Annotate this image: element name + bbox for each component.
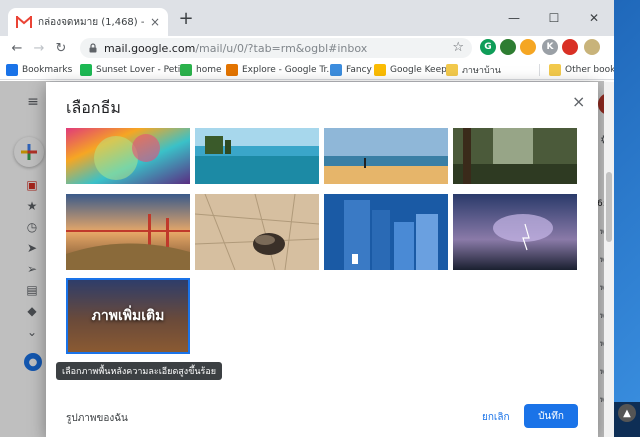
extension-icon[interactable] (562, 39, 578, 55)
theme-thumbnail[interactable] (195, 194, 319, 270)
my-photos-link[interactable]: รูปภาพของฉัน (66, 411, 128, 426)
url-host: mail.google.com (104, 41, 196, 55)
feedly-icon (180, 64, 192, 76)
more-images-tile[interactable]: ภาพเพิ่มเติม (66, 278, 190, 354)
dialog-close-icon[interactable]: × (572, 92, 585, 111)
tab-strip: กล่องจดหมาย (1,468) - appdodee@ × + — ☐ … (0, 0, 614, 36)
other-bookmarks[interactable]: Other bookmarks (549, 63, 614, 77)
bookmarks-bar: Other bookmarks Bookmarks Sunset Lover - … (0, 60, 614, 80)
bookmark-item[interactable]: Bookmarks (6, 63, 72, 77)
bookmark-label: home (196, 65, 222, 75)
theme-grid: ภาพเพิ่มเติม (46, 128, 598, 386)
back-arrow-icon[interactable]: ← (6, 37, 28, 59)
theme-thumbnail[interactable] (324, 128, 448, 184)
bookmark-label: Google Keep (390, 65, 447, 75)
bookmark-label: Sunset Lover - Petit... (96, 65, 193, 75)
theme-dialog: เลือกธีม × ภาพเพิ่มเติม รูปภาพของฉัน ยกเ… (46, 82, 598, 437)
extension-icon[interactable]: K (542, 39, 558, 55)
trends-icon (226, 64, 238, 76)
cancel-button[interactable]: ยกเลิก (476, 407, 516, 427)
bookmark-label: ภาษาบ้าน (462, 66, 501, 76)
save-button[interactable]: บันทึก (524, 404, 578, 428)
bookmark-item[interactable]: Sunset Lover - Petit... (80, 63, 192, 77)
theme-thumbnail[interactable] (66, 128, 190, 184)
keep-icon (374, 64, 386, 76)
bookmark-label: Fancy (346, 65, 372, 75)
tab-title: กล่องจดหมาย (1,468) - appdodee@ (38, 16, 144, 28)
dialog-title: เลือกธีม (66, 98, 121, 117)
browser-window: กล่องจดหมาย (1,468) - appdodee@ × + — ☐ … (0, 0, 614, 437)
new-tab-button[interactable]: + (176, 10, 196, 30)
extension-icon[interactable] (584, 39, 600, 55)
dialog-footer: รูปภาพของฉัน ยกเลิก บันทึก (46, 392, 598, 437)
gmail-icon (16, 16, 32, 28)
bookmark-item[interactable]: Explore - Google Tr... (226, 63, 335, 77)
bookmark-label: Bookmarks (22, 65, 73, 75)
star-icon (6, 64, 18, 76)
lock-icon (89, 43, 97, 53)
url-path: /mail/u/0/?tab=rm&ogbl#inbox (195, 41, 368, 55)
bookmark-star-icon[interactable]: ☆ (452, 40, 464, 55)
reload-icon[interactable]: ↻ (50, 37, 72, 59)
extension-icon[interactable] (520, 39, 536, 55)
scrollbar-thumb[interactable] (606, 172, 612, 242)
tooltip: เลือกภาพพื้นหลังความละเอียดสูงขึ้นร้อย (56, 362, 223, 380)
theme-thumbnail[interactable] (66, 194, 190, 270)
theme-thumbnail[interactable] (195, 128, 319, 184)
more-images-label: ภาพเพิ่มเติม (91, 308, 165, 324)
bookmark-item[interactable]: ภาษาบ้าน (446, 63, 501, 77)
fancy-icon (330, 64, 342, 76)
maximize-button[interactable]: ☐ (534, 0, 574, 36)
scroll-up-icon[interactable]: ▲ (618, 404, 636, 422)
extension-icon[interactable]: G (480, 39, 496, 55)
theme-thumbnail[interactable] (453, 128, 577, 184)
theme-thumbnail[interactable] (453, 194, 577, 270)
tab-gmail[interactable]: กล่องจดหมาย (1,468) - appdodee@ × (8, 8, 168, 36)
minimize-button[interactable]: — (494, 0, 534, 36)
extension-icon[interactable] (500, 39, 516, 55)
bookmark-label: Explore - Google Tr... (242, 65, 335, 75)
forward-arrow-icon[interactable]: → (28, 37, 50, 59)
scrollbar[interactable] (604, 82, 614, 437)
folder-icon (549, 64, 561, 76)
tab-close-icon[interactable]: × (150, 15, 160, 29)
address-bar[interactable]: mail.google.com/mail/u/0/?tab=rm&ogbl#in… (80, 38, 472, 58)
theme-thumbnail[interactable] (324, 194, 448, 270)
spotify-icon (80, 64, 92, 76)
bookmark-item[interactable]: Google Keep (374, 63, 447, 77)
bookmarks-divider (539, 64, 540, 76)
bookmark-item[interactable]: home (180, 63, 222, 77)
folder-icon (446, 64, 458, 76)
close-window-button[interactable]: ✕ (574, 0, 614, 36)
bookmark-item[interactable]: Fancy (330, 63, 372, 77)
